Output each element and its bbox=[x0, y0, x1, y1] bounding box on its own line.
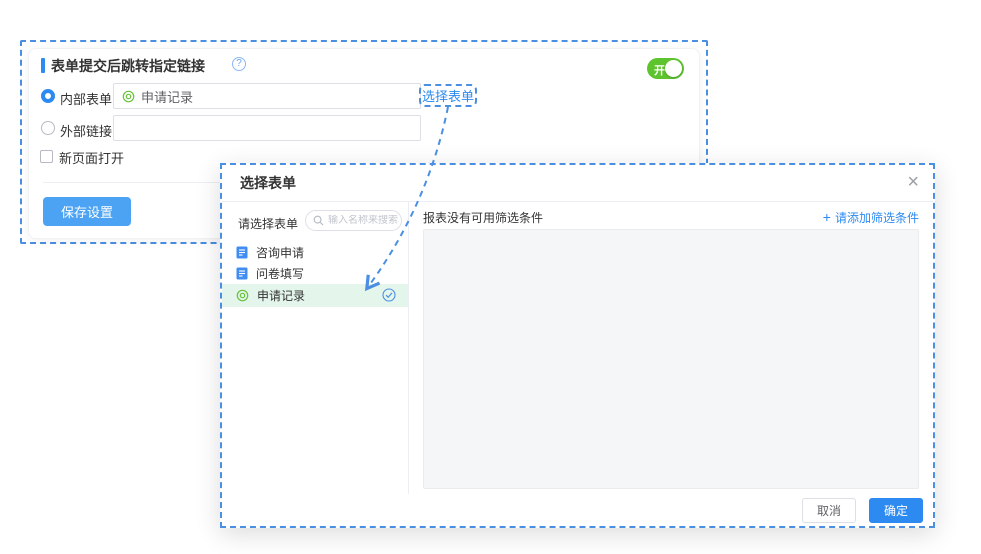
save-settings-button[interactable]: 保存设置 bbox=[43, 197, 131, 226]
add-filter-label: 请添加筛选条件 bbox=[835, 209, 919, 226]
list-item-label: 咨询申请 bbox=[256, 244, 304, 261]
form-doc-icon bbox=[236, 246, 248, 259]
external-link-radio[interactable] bbox=[41, 121, 55, 135]
list-item-survey[interactable]: 问卷填写 bbox=[222, 263, 408, 284]
cancel-button[interactable]: 取消 bbox=[802, 498, 856, 523]
modal-footer: 取消 确定 bbox=[222, 494, 933, 526]
target-icon bbox=[122, 90, 135, 103]
internal-form-radio[interactable] bbox=[41, 89, 55, 103]
form-list-label: 请选择表单 bbox=[238, 215, 298, 232]
page: 表单提交后跳转指定链接 ? 开 内部表单 申请记录 选择表单 bbox=[0, 0, 981, 554]
select-form-link-annotation-border: 选择表单 bbox=[419, 84, 477, 107]
redirect-toggle[interactable]: 开 bbox=[647, 58, 684, 79]
internal-form-field[interactable]: 申请记录 bbox=[113, 83, 421, 109]
form-list-pane: 请选择表单 bbox=[222, 202, 409, 494]
list-item-consult[interactable]: 咨询申请 bbox=[222, 242, 408, 263]
list-item-label: 申请记录 bbox=[257, 287, 305, 304]
internal-form-label: 内部表单 bbox=[60, 89, 112, 108]
panel-title: 表单提交后跳转指定链接 bbox=[51, 56, 205, 76]
external-link-input[interactable] bbox=[113, 115, 421, 141]
list-item-label: 问卷填写 bbox=[256, 265, 304, 282]
form-doc-icon bbox=[236, 267, 248, 280]
selected-check-icon bbox=[382, 288, 396, 302]
target-icon bbox=[236, 289, 249, 302]
close-icon[interactable]: × bbox=[907, 165, 919, 200]
form-search-input[interactable] bbox=[328, 215, 398, 226]
modal-title: 选择表单 bbox=[240, 165, 296, 202]
plus-icon: + bbox=[823, 210, 831, 224]
select-form-modal: 选择表单 × 请选择表单 bbox=[220, 163, 935, 528]
form-list: 咨询申请 问卷填写 bbox=[222, 242, 408, 307]
open-new-page-label: 新页面打开 bbox=[59, 148, 124, 167]
add-filter-link[interactable]: + 请添加筛选条件 bbox=[823, 209, 919, 226]
select-form-link[interactable]: 选择表单 bbox=[422, 86, 474, 105]
external-link-label: 外部链接 bbox=[60, 121, 112, 140]
open-new-page-checkbox[interactable] bbox=[40, 150, 53, 163]
internal-form-value: 申请记录 bbox=[141, 87, 193, 106]
modal-body: 请选择表单 bbox=[222, 202, 933, 494]
modal-header: 选择表单 × bbox=[222, 165, 933, 202]
toggle-knob bbox=[665, 60, 682, 77]
toggle-on-label: 开 bbox=[654, 62, 665, 78]
no-filter-text: 报表没有可用筛选条件 bbox=[423, 209, 543, 226]
confirm-button[interactable]: 确定 bbox=[869, 498, 923, 523]
list-item-application-record[interactable]: 申请记录 bbox=[222, 284, 408, 307]
help-icon[interactable]: ? bbox=[232, 57, 246, 71]
title-accent-bar bbox=[41, 58, 45, 73]
form-search-box[interactable] bbox=[305, 210, 402, 231]
filter-pane: 报表没有可用筛选条件 + 请添加筛选条件 bbox=[409, 202, 933, 494]
search-icon bbox=[313, 215, 324, 226]
filter-empty-area bbox=[423, 229, 919, 489]
